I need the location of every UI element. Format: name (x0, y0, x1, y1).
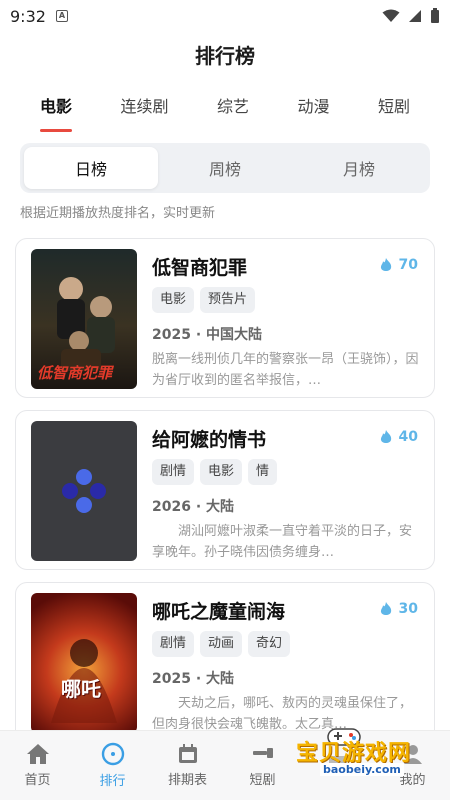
poster-title-text: 哪吒 (61, 677, 101, 701)
short-drama-icon (252, 748, 273, 758)
card-description: 脱离一线刑侦几年的警察张一昂（王骁饰），因为省厅收到的匿名举报信，… (152, 352, 419, 388)
poster-image[interactable]: 哪吒 (31, 593, 137, 733)
nav-profile[interactable]: 我的 (375, 731, 450, 800)
tag: 剧情 (152, 631, 195, 657)
nav-short-drama[interactable]: 短剧 (225, 731, 300, 800)
period-monthly[interactable]: 月榜 (292, 147, 426, 189)
ranking-card[interactable]: 哪吒 哪吒之魔童闹海 30 剧情 动画 奇幻 2025 · 大陆 天劫之后，哪吒… (15, 582, 435, 742)
ranking-card[interactable]: 给阿嬷的情书 40 剧情 电影 情 2026 · 大陆 湖汕阿嬷叶淑柔一直守着平… (15, 410, 435, 570)
discover-icon (328, 755, 347, 772)
status-bar: 9:32 A (0, 0, 450, 32)
heat-value: 40 (398, 429, 418, 445)
tag-list: 电影 预告片 (152, 287, 256, 313)
poster-placeholder (31, 421, 137, 561)
nav-schedule[interactable]: 排期表 (150, 731, 225, 800)
ranking-hint: 根据近期播放热度排名，实时更新 (20, 206, 216, 221)
tag: 电影 (152, 287, 195, 313)
heat-value: 70 (398, 257, 418, 273)
wifi-icon (382, 9, 400, 22)
tab-variety[interactable]: 综艺 (217, 90, 249, 136)
ranking-card[interactable]: 低智商犯罪 低智商犯罪 70 电影 预告片 2025 · 中国大陆 脱离一线刑侦… (15, 238, 435, 398)
profile-icon (403, 745, 422, 764)
card-description: 天劫之后，哪吒、敖丙的灵魂虽保住了，但肉身很快会魂飞魄散。太乙真… (152, 696, 413, 732)
poster-image[interactable]: 低智商犯罪 (31, 249, 137, 389)
heat-value: 30 (398, 601, 418, 617)
tag: 电影 (200, 459, 243, 485)
placeholder-logo-icon (62, 469, 106, 513)
period-selector: 日榜 周榜 月榜 (20, 143, 430, 193)
notification-icon: A (55, 10, 68, 22)
flame-icon (380, 602, 391, 615)
flame-icon (380, 430, 391, 443)
tag: 奇幻 (248, 631, 291, 657)
period-weekly[interactable]: 周榜 (158, 147, 292, 189)
tag-list: 剧情 动画 奇幻 (152, 631, 291, 657)
nav-label: 短剧 (249, 773, 276, 788)
tab-label: 连续剧 (120, 97, 169, 116)
tab-series[interactable]: 连续剧 (120, 90, 168, 136)
heat-score: 70 (379, 257, 418, 273)
nav-label: 排期表 (167, 773, 207, 788)
tab-movie[interactable]: 电影 (40, 90, 73, 136)
tag: 剧情 (152, 459, 195, 485)
tag: 情 (248, 459, 278, 485)
status-time: 9:32 (10, 6, 46, 26)
poster-title-text: 低智商犯罪 (37, 364, 113, 382)
page-title: 排行榜 (195, 44, 255, 68)
nav-label: 首页 (24, 773, 51, 788)
nav-home[interactable]: 首页 (0, 731, 75, 800)
ranking-icon (101, 742, 124, 766)
card-title: 低智商犯罪 (152, 257, 248, 279)
active-tab-indicator (40, 129, 73, 132)
tag-list: 剧情 电影 情 (152, 459, 278, 485)
card-meta: 2025 · 中国大陆 (152, 327, 263, 343)
nav-label: 排行 (99, 774, 126, 789)
tab-short-drama[interactable]: 短剧 (378, 90, 410, 136)
tab-label: 综艺 (216, 97, 249, 116)
card-meta: 2025 · 大陆 (152, 671, 235, 687)
category-tabs: 电影 连续剧 综艺 动漫 短剧 (20, 90, 430, 136)
period-daily[interactable]: 日榜 (24, 147, 158, 189)
signal-icon (409, 10, 421, 22)
card-meta: 2026 · 大陆 (152, 499, 235, 515)
battery-icon (431, 8, 439, 23)
nav-ranking[interactable]: 排行 (75, 731, 150, 800)
nav-discover[interactable] (300, 731, 375, 800)
bottom-navigation: 首页 排行 排期表 短剧 我的 (0, 730, 450, 800)
card-title: 给阿嬷的情书 (152, 429, 267, 451)
heat-score: 40 (379, 429, 418, 445)
poster-image[interactable] (31, 421, 137, 561)
tab-anime[interactable]: 动漫 (297, 90, 329, 136)
tab-label: 电影 (40, 97, 73, 116)
card-title: 哪吒之魔童闹海 (152, 601, 286, 623)
calendar-icon (178, 744, 197, 763)
poster-art (51, 639, 117, 723)
tab-label: 短剧 (377, 97, 410, 116)
home-icon (26, 744, 49, 764)
card-description: 湖汕阿嬷叶淑柔一直守着平淡的日子，安享晚年。孙子晓伟因债务缠身… (152, 524, 413, 560)
tab-label: 动漫 (297, 97, 330, 116)
tag: 动画 (200, 631, 243, 657)
tag: 预告片 (200, 287, 256, 313)
nav-label: 我的 (399, 773, 426, 788)
status-icons (382, 8, 440, 24)
heat-score: 30 (379, 601, 418, 617)
flame-icon (380, 258, 391, 271)
